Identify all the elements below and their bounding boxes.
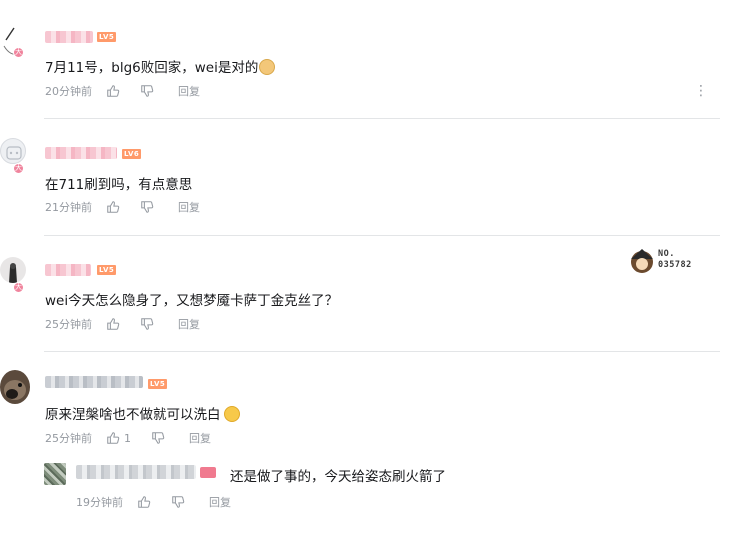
sub-reply-avatar[interactable] <box>44 463 66 485</box>
thumbs-down-icon <box>141 318 154 330</box>
timestamp: 20分钟前 <box>45 85 92 98</box>
level-badge: LV5 <box>97 265 117 275</box>
reply-button[interactable]: 回复 <box>178 316 200 332</box>
thumbs-up-icon <box>107 318 120 330</box>
reply-button[interactable]: 回复 <box>178 199 200 215</box>
timestamp: 19分钟前 <box>76 496 123 509</box>
thumbs-down-icon <box>172 496 185 508</box>
thumbs-up-icon <box>107 85 120 97</box>
level-badge: LV5 <box>97 32 117 42</box>
dislike-button[interactable] <box>140 200 154 214</box>
avatar-badge: 大 <box>13 47 24 58</box>
comment-text: 7月11号，blg6败回家，wei是对的 <box>45 56 276 76</box>
comment-text: wei今天怎么隐身了，又想梦魇卡萨丁金克丝了？ <box>45 293 339 309</box>
thumbs-up-icon <box>107 201 120 213</box>
timestamp: 25分钟前 <box>45 432 92 445</box>
reply-button[interactable]: 回复 <box>178 83 200 99</box>
like-button[interactable] <box>106 317 120 331</box>
like-button[interactable]: 1 <box>106 431 131 445</box>
sub-reply-text: 还是做了事的，今天给姿态刷火箭了 <box>230 469 446 485</box>
like-button[interactable] <box>106 200 120 214</box>
fan-medal-number: NO. 035782 <box>658 249 692 270</box>
more-options-icon[interactable]: ⋮ <box>694 84 708 98</box>
comment-text: 原来涅槃啥也不做就可以洗白 <box>45 403 240 423</box>
comment-meta: 21分钟前 回复 <box>45 200 200 214</box>
comment-meta: 25分钟前 回复 <box>45 317 200 331</box>
dislike-button[interactable] <box>140 84 154 98</box>
level-badge: LV5 <box>148 379 168 389</box>
sub-reply-username[interactable] <box>76 465 196 479</box>
reply-button[interactable]: 回复 <box>189 430 211 446</box>
comment-text-body: 7月11号，blg6败回家，wei是对的 <box>45 60 259 76</box>
username[interactable] <box>45 147 117 159</box>
doge-emoji-icon <box>259 59 276 75</box>
username[interactable] <box>45 376 143 388</box>
like-button[interactable] <box>137 495 151 509</box>
avatar-badge: 大 <box>13 163 24 174</box>
avatar[interactable] <box>0 138 26 164</box>
avatar[interactable] <box>0 26 24 66</box>
level-badge: LV6 <box>122 149 142 159</box>
thumbs-up-icon <box>107 432 120 444</box>
avatar[interactable] <box>0 370 30 404</box>
like-button[interactable] <box>106 84 120 98</box>
comment-item: LV5 原来涅槃啥也不做就可以洗白 25分钟前 1 回复 还是做了事的，今天给姿… <box>0 351 750 534</box>
dislike-button[interactable] <box>140 317 154 331</box>
thumbs-up-icon <box>138 496 151 508</box>
comment-item: 大 LV5 NO. 035782 wei今天怎么隐身了，又想梦魇卡萨丁金克丝了？… <box>0 235 750 351</box>
comment-meta: 20分钟前 回复 <box>45 84 200 98</box>
sub-reply-meta: 19分钟前 回复 <box>76 495 231 509</box>
sub-reply-badge <box>200 467 216 478</box>
username[interactable] <box>45 264 91 276</box>
avatar[interactable] <box>0 257 26 283</box>
username[interactable] <box>45 31 93 43</box>
reply-button[interactable]: 回复 <box>209 494 231 510</box>
comment-item: 大 LV6 在711刷到吗，有点意思 21分钟前 回复 <box>0 118 750 235</box>
comment-text-body: 原来涅槃啥也不做就可以洗白 <box>45 407 221 423</box>
comment-item: 大 LV5 7月11号，blg6败回家，wei是对的 20分钟前 回复 ⋮ <box>0 0 750 118</box>
dislike-button[interactable] <box>171 495 185 509</box>
laugh-cry-emoji-icon <box>223 406 240 422</box>
like-count: 1 <box>124 431 131 445</box>
sub-reply-item: 还是做了事的，今天给姿态刷火箭了 19分钟前 回复 <box>44 459 704 519</box>
thumbs-down-icon <box>152 432 165 444</box>
timestamp: 21分钟前 <box>45 201 92 214</box>
avatar-badge: 大 <box>13 282 24 293</box>
thumbs-down-icon <box>141 201 154 213</box>
timestamp: 25分钟前 <box>45 318 92 331</box>
dislike-button[interactable] <box>151 431 165 445</box>
comment-meta: 25分钟前 1 回复 <box>45 430 211 446</box>
comment-text: 在711刷到吗，有点意思 <box>45 177 193 193</box>
thumbs-down-icon <box>141 85 154 97</box>
fan-medal-badge: NO. 035782 <box>628 247 720 277</box>
